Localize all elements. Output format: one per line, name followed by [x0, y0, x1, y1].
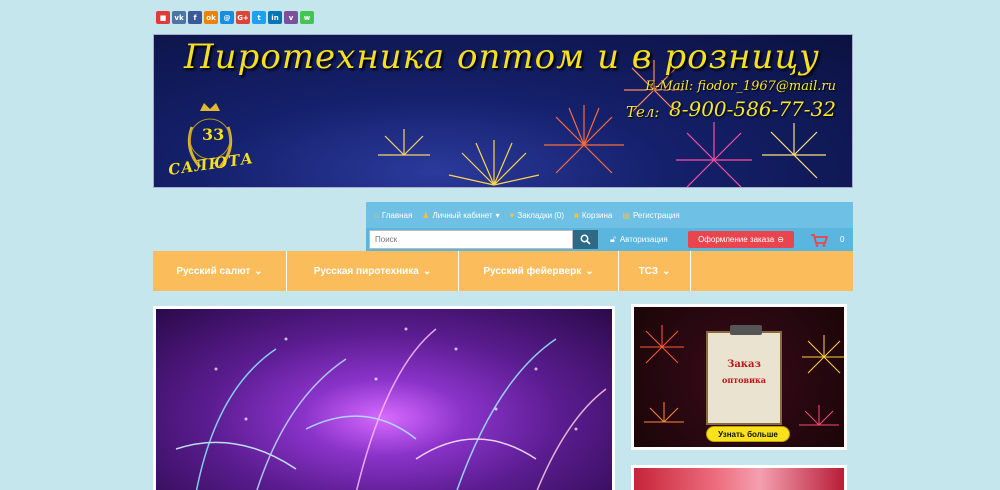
googleplus-share-icon[interactable]: G+ — [236, 11, 250, 24]
promo-line2: оптовика — [722, 375, 766, 385]
share-bar: ■ vk f ok @ G+ t in v w — [156, 11, 314, 24]
nav-item-label: Русская пиротехника — [313, 265, 419, 277]
moimir-share-icon[interactable]: @ — [220, 11, 234, 24]
nav-item-tsz[interactable]: ТСЗ ⌄ — [619, 251, 691, 291]
linkedin-share-icon[interactable]: in — [268, 11, 282, 24]
logo[interactable]: 33 САЛЮТА — [162, 97, 258, 183]
search-input[interactable] — [369, 230, 573, 249]
search-icon — [580, 234, 591, 245]
promo-line1: Заказ — [727, 359, 761, 370]
banner-email: E-Mail: fiodor_1967@mail.ru — [645, 79, 836, 94]
login-link-label: Авторизация — [619, 235, 668, 244]
fireworks-photo — [175, 327, 607, 490]
cart-small-icon: ■ — [574, 210, 579, 220]
learn-more-button[interactable]: Узнать больше — [706, 426, 790, 442]
checkout-button[interactable]: Оформление заказа ⊖ — [688, 231, 794, 248]
top-links-bar: ⌂ Главная ♟ Личный кабинет ▾ ♥ Закладки (0) … — [366, 202, 853, 228]
nav-item-russian-fireworks[interactable]: Русский фейерверк ⌄ — [459, 251, 619, 291]
caret-down-icon: ▾ — [495, 210, 500, 220]
wholesale-promo-banner[interactable]: Заказ оптовика Узнать больше — [631, 304, 847, 450]
user-icon: ♟ — [422, 210, 430, 220]
home-icon: ⌂ — [374, 210, 379, 220]
banner-phone-label: Тел: — [626, 103, 660, 121]
cart-count: 0 — [840, 235, 845, 244]
heart-icon: ♥ — [509, 210, 515, 220]
chevron-down-icon: ⌄ — [422, 265, 432, 277]
account-link[interactable]: ♟ Личный кабинет ▾ — [422, 211, 499, 220]
hero-slideshow[interactable] — [153, 306, 615, 490]
register-link-label: Регистрация — [632, 210, 680, 220]
search-button[interactable] — [573, 230, 598, 249]
chevron-down-icon: ⌄ — [254, 265, 263, 277]
secondary-promo-banner[interactable] — [631, 465, 847, 490]
lock-icon: 🔓︎ — [610, 234, 616, 244]
register-link[interactable]: ▤ Регистрация — [622, 211, 679, 220]
banner-phone: 8-900-586-77-32 — [668, 97, 836, 121]
twitter-share-icon[interactable]: t — [252, 11, 266, 24]
account-link-label: Личный кабинет — [432, 210, 493, 220]
clipboard-clip-icon — [730, 325, 762, 335]
logo-number: 33 — [202, 125, 225, 144]
header-banner[interactable]: Пиротехника оптом и в розницу E-Mail: fi… — [153, 34, 853, 188]
banner-title: Пиротехника оптом и в розницу — [184, 37, 820, 77]
nav-item-label: Русский фейерверк — [483, 265, 582, 277]
arrow-circle-icon: ⊖ — [777, 235, 784, 244]
bookmark-share-icon[interactable]: ■ — [156, 11, 170, 24]
clipboard-illustration: Заказ оптовика — [706, 325, 782, 425]
chevron-down-icon: ⌄ — [585, 265, 594, 277]
bookmarks-link-label: Закладки (0) — [517, 210, 565, 220]
checkout-button-label: Оформление заказа — [698, 235, 775, 244]
shopping-cart-icon — [811, 233, 828, 247]
chevron-down-icon: ⌄ — [662, 265, 671, 277]
home-link[interactable]: ⌂ Главная — [374, 211, 412, 220]
nav-item-russian-pyrotechnics[interactable]: Русская пиротехника ⌄ — [287, 251, 459, 291]
login-link[interactable]: 🔓︎ Авторизация — [610, 228, 668, 251]
nav-item-label: Русский салют — [176, 265, 251, 277]
cart-link[interactable]: ■ Корзина — [574, 211, 612, 220]
nav-item-russian-salute[interactable]: Русский салют ⌄ — [153, 251, 287, 291]
odnoklassniki-share-icon[interactable]: ok — [204, 11, 218, 24]
bookmarks-link[interactable]: ♥ Закладки (0) — [510, 211, 564, 220]
cart-link-label: Корзина — [581, 210, 613, 220]
home-link-label: Главная — [381, 210, 413, 220]
cart-widget[interactable]: 0 — [810, 228, 844, 251]
register-icon: ▤ — [622, 210, 630, 220]
main-nav: Русский салют ⌄ Русская пиротехника ⌄ Русс… — [153, 251, 853, 291]
vk-share-icon[interactable]: vk — [172, 11, 186, 24]
search-row: 🔓︎ Авторизация Оформление заказа ⊖ 0 — [366, 228, 853, 251]
nav-item-label: ТСЗ — [638, 265, 659, 277]
whatsapp-share-icon[interactable]: w — [300, 11, 314, 24]
viber-share-icon[interactable]: v — [284, 11, 298, 24]
facebook-share-icon[interactable]: f — [188, 11, 202, 24]
